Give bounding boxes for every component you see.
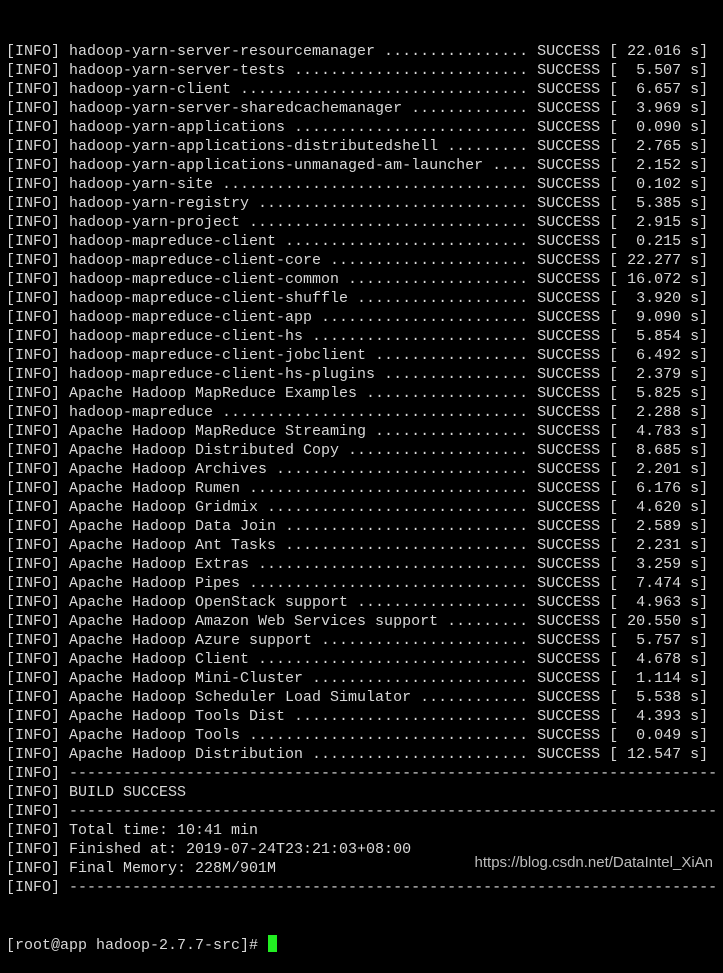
log-line: [INFO] hadoop-yarn-applications ........…	[6, 119, 709, 136]
log-line: [INFO] ---------------------------------…	[6, 879, 718, 896]
log-line: [INFO] hadoop-mapreduce ................…	[6, 404, 709, 421]
log-line: [INFO] Apache Hadoop Scheduler Load Simu…	[6, 689, 709, 706]
log-line: [INFO] Apache Hadoop Azure support .....…	[6, 632, 709, 649]
log-line: [INFO] ---------------------------------…	[6, 765, 718, 782]
log-line: [INFO] hadoop-mapreduce-client-common ..…	[6, 271, 709, 288]
log-line: [INFO] hadoop-mapreduce-client-app .....…	[6, 309, 709, 326]
log-line: [INFO] Total time: 10:41 min	[6, 822, 259, 839]
log-line: [INFO] BUILD SUCCESS	[6, 784, 187, 801]
log-line: [INFO] hadoop-mapreduce-client-hs ......…	[6, 328, 709, 345]
log-line: [INFO] hadoop-mapreduce-client-hs-plugin…	[6, 366, 709, 383]
log-lines: [INFO] hadoop-yarn-server-resourcemanage…	[0, 42, 723, 897]
log-line: [INFO] hadoop-yarn-server-tests ........…	[6, 62, 709, 79]
log-line: [INFO] Apache Hadoop Gridmix ...........…	[6, 499, 709, 516]
prompt-line[interactable]: [root@app hadoop-2.7.7-src]#	[0, 935, 723, 954]
shell-prompt: [root@app hadoop-2.7.7-src]#	[6, 937, 268, 954]
terminal-output[interactable]: [INFO] hadoop-yarn-server-resourcemanage…	[0, 4, 723, 954]
log-line: [INFO] Apache Hadoop Distributed Copy ..…	[6, 442, 709, 459]
log-line: [INFO] Apache Hadoop OpenStack support .…	[6, 594, 709, 611]
log-line: [INFO] hadoop-yarn-applications-unmanage…	[6, 157, 709, 174]
log-line: [INFO] hadoop-yarn-server-resourcemanage…	[6, 43, 709, 60]
log-line: [INFO] Apache Hadoop Tools Dist ........…	[6, 708, 709, 725]
log-line: [INFO] Apache Hadoop Data Join .........…	[6, 518, 709, 535]
log-line: [INFO] Apache Hadoop MapReduce Examples …	[6, 385, 709, 402]
log-line: [INFO] Apache Hadoop Pipes .............…	[6, 575, 709, 592]
log-line: [INFO] Apache Hadoop Tools .............…	[6, 727, 709, 744]
log-line: [INFO] hadoop-yarn-project .............…	[6, 214, 709, 231]
log-line: [INFO] hadoop-yarn-applications-distribu…	[6, 138, 709, 155]
text-cursor	[268, 935, 278, 952]
log-line: [INFO] Apache Hadoop MapReduce Streaming…	[6, 423, 709, 440]
log-line: [INFO] hadoop-yarn-client ..............…	[6, 81, 709, 98]
log-line: [INFO] Apache Hadoop Mini-Cluster ......…	[6, 670, 709, 687]
log-line: [INFO] Apache Hadoop Archives ..........…	[6, 461, 709, 478]
watermark: https://blog.csdn.net/DataIntel_XiAn	[474, 854, 713, 871]
log-line: [INFO] Apache Hadoop Ant Tasks .........…	[6, 537, 709, 554]
log-line: [INFO] Apache Hadoop Client ............…	[6, 651, 709, 668]
log-line: [INFO] Apache Hadoop Amazon Web Services…	[6, 613, 709, 630]
log-line: [INFO] Apache Hadoop Rumen .............…	[6, 480, 709, 497]
log-line: [INFO] hadoop-yarn-registry ............…	[6, 195, 709, 212]
log-line: [INFO] hadoop-mapreduce-client .........…	[6, 233, 709, 250]
log-line: [INFO] hadoop-yarn-site ................…	[6, 176, 709, 193]
log-line: [INFO] Apache Hadoop Extras ............…	[6, 556, 709, 573]
log-line: [INFO] hadoop-yarn-server-sharedcacheman…	[6, 100, 709, 117]
log-line: [INFO] hadoop-mapreduce-client-shuffle .…	[6, 290, 709, 307]
log-line: [INFO] hadoop-mapreduce-client-jobclient…	[6, 347, 709, 364]
log-line: [INFO] hadoop-mapreduce-client-core ....…	[6, 252, 709, 269]
log-line: [INFO] ---------------------------------…	[6, 803, 718, 820]
log-line: [INFO] Apache Hadoop Distribution ......…	[6, 746, 709, 763]
